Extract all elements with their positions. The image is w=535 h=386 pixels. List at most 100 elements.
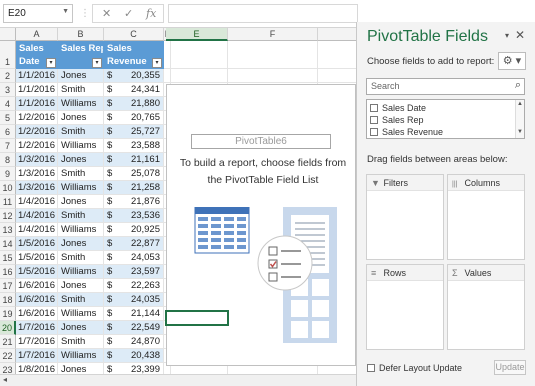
cell-sales-date[interactable]: 1/3/2016	[16, 167, 58, 181]
row-header-4[interactable]: 4	[0, 97, 16, 111]
insert-function-icon[interactable]: fx	[146, 7, 156, 20]
cell-sales-date[interactable]: 1/4/2016	[16, 209, 58, 223]
cell-sales-date[interactable]: 1/5/2016	[16, 251, 58, 265]
checkbox[interactable]	[370, 128, 378, 136]
row-header-22[interactable]: 22	[0, 349, 16, 363]
values-area[interactable]: Σ Values	[447, 264, 525, 350]
cell-sales-date[interactable]: 1/3/2016	[16, 153, 58, 167]
row-header-15[interactable]: 15	[0, 251, 16, 265]
row-header-14[interactable]: 14	[0, 237, 16, 251]
cell-sales-rep[interactable]: Jones	[58, 111, 104, 125]
cell-sales-revenue[interactable]: $21,876	[104, 195, 164, 209]
cell-g[interactable]	[318, 69, 356, 83]
cell-sales-rep[interactable]: Williams	[58, 349, 104, 363]
update-button[interactable]: Update	[494, 360, 526, 375]
row-header-7[interactable]: 7	[0, 139, 16, 153]
cell-sales-rep[interactable]: Williams	[58, 265, 104, 279]
column-header-c[interactable]: C	[104, 28, 164, 41]
cell-sales-revenue[interactable]: $24,341	[104, 83, 164, 97]
cell-e[interactable]	[166, 69, 228, 83]
header-sales-date[interactable]: Sales Date ▾	[16, 41, 58, 69]
cell-sales-revenue[interactable]: $24,053	[104, 251, 164, 265]
cell-sales-date[interactable]: 1/1/2016	[16, 97, 58, 111]
cell-sales-rep[interactable]: Jones	[58, 321, 104, 335]
cell-sales-revenue[interactable]: $23,536	[104, 209, 164, 223]
cell-sales-revenue[interactable]: $20,355	[104, 69, 164, 83]
cell-sales-date[interactable]: 1/4/2016	[16, 195, 58, 209]
cell-f[interactable]	[228, 69, 318, 83]
cell-sales-revenue[interactable]: $21,144	[104, 307, 164, 321]
row-header-5[interactable]: 5	[0, 111, 16, 125]
cell-sales-revenue[interactable]: $23,597	[104, 265, 164, 279]
filters-area[interactable]: ▼ Filters	[366, 174, 444, 260]
cell-sales-revenue[interactable]: $25,078	[104, 167, 164, 181]
formula-input[interactable]	[168, 4, 358, 23]
row-header-10[interactable]: 10	[0, 181, 16, 195]
column-header-f[interactable]: F	[228, 28, 318, 41]
select-all-corner[interactable]	[0, 28, 16, 41]
cancel-icon[interactable]: ✕	[102, 7, 111, 20]
field-sales-revenue[interactable]: Sales Revenue	[370, 126, 443, 139]
cell-sales-date[interactable]: 1/4/2016	[16, 223, 58, 237]
cell-sales-revenue[interactable]: $23,588	[104, 139, 164, 153]
filter-dropdown-icon[interactable]: ▾	[152, 58, 162, 68]
cell-sales-rep[interactable]: Williams	[58, 97, 104, 111]
columns-area[interactable]: ||| Columns	[447, 174, 525, 260]
cell-sales-rep[interactable]: Smith	[58, 335, 104, 349]
cell-sales-date[interactable]: 1/6/2016	[16, 307, 58, 321]
cell-sales-revenue[interactable]: $24,035	[104, 293, 164, 307]
row-header-19[interactable]: 19	[0, 307, 16, 321]
cell-sales-date[interactable]: 1/1/2016	[16, 69, 58, 83]
cell-sales-date[interactable]: 1/5/2016	[16, 265, 58, 279]
name-box[interactable]: E20 ▼	[3, 4, 73, 23]
cell-sales-rep[interactable]: Smith	[58, 293, 104, 307]
checkbox[interactable]	[370, 116, 378, 124]
cell-sales-date[interactable]: 1/6/2016	[16, 293, 58, 307]
row-header-16[interactable]: 16	[0, 265, 16, 279]
cell-sales-date[interactable]: 1/2/2016	[16, 111, 58, 125]
cell-sales-date[interactable]: 1/3/2016	[16, 181, 58, 195]
row-header-9[interactable]: 9	[0, 167, 16, 181]
row-header-3[interactable]: 3	[0, 83, 16, 97]
filter-dropdown-icon[interactable]: ▾	[92, 58, 102, 68]
column-header-e[interactable]: E	[166, 28, 228, 41]
checkbox[interactable]	[370, 104, 378, 112]
chevron-down-icon[interactable]: ▼	[62, 8, 69, 15]
cell-sales-revenue[interactable]: $22,263	[104, 279, 164, 293]
row-header-12[interactable]: 12	[0, 209, 16, 223]
row-header-8[interactable]: 8	[0, 153, 16, 167]
cell-sales-rep[interactable]: Smith	[58, 167, 104, 181]
rows-area[interactable]: ≡ Rows	[366, 264, 444, 350]
row-header-17[interactable]: 17	[0, 279, 16, 293]
row-header-11[interactable]: 11	[0, 195, 16, 209]
cell-sales-revenue[interactable]: $25,727	[104, 125, 164, 139]
filter-dropdown-icon[interactable]: ▾	[46, 58, 56, 68]
cell-sales-date[interactable]: 1/1/2016	[16, 83, 58, 97]
header-sales-revenue[interactable]: Sales Revenue ▾	[104, 41, 164, 69]
cell-sales-revenue[interactable]: $22,549	[104, 321, 164, 335]
row-header-2[interactable]: 2	[0, 69, 16, 83]
search-icon[interactable]: ⌕	[515, 79, 521, 92]
cell-sales-rep[interactable]: Williams	[58, 181, 104, 195]
active-cell-e20[interactable]	[165, 310, 229, 326]
cell-sales-date[interactable]: 1/7/2016	[16, 335, 58, 349]
cell-sales-revenue[interactable]: $21,880	[104, 97, 164, 111]
scroll-up-icon[interactable]: ▲	[517, 101, 523, 107]
cell-sales-rep[interactable]: Jones	[58, 363, 104, 374]
cell-sales-revenue[interactable]: $20,438	[104, 349, 164, 363]
field-list-scrollbar[interactable]: ▲ ▼	[515, 100, 524, 138]
cell-sales-date[interactable]: 1/7/2016	[16, 321, 58, 335]
cell-sales-revenue[interactable]: $20,925	[104, 223, 164, 237]
cell-sales-rep[interactable]: Smith	[58, 125, 104, 139]
cell-sales-rep[interactable]: Williams	[58, 307, 104, 321]
cell-sales-rep[interactable]: Williams	[58, 139, 104, 153]
cell-g1[interactable]	[318, 41, 356, 69]
cell-sales-revenue[interactable]: $23,399	[104, 363, 164, 374]
cell-sales-date[interactable]: 1/2/2016	[16, 139, 58, 153]
header-sales-rep[interactable]: Sales Rep ▾	[58, 41, 104, 69]
cell-sales-rep[interactable]: Smith	[58, 209, 104, 223]
cell-e1[interactable]	[166, 41, 228, 69]
field-layout-settings-button[interactable]: ⚙ ▾	[498, 52, 526, 70]
row-header-6[interactable]: 6	[0, 125, 16, 139]
column-header-g[interactable]	[318, 28, 356, 41]
